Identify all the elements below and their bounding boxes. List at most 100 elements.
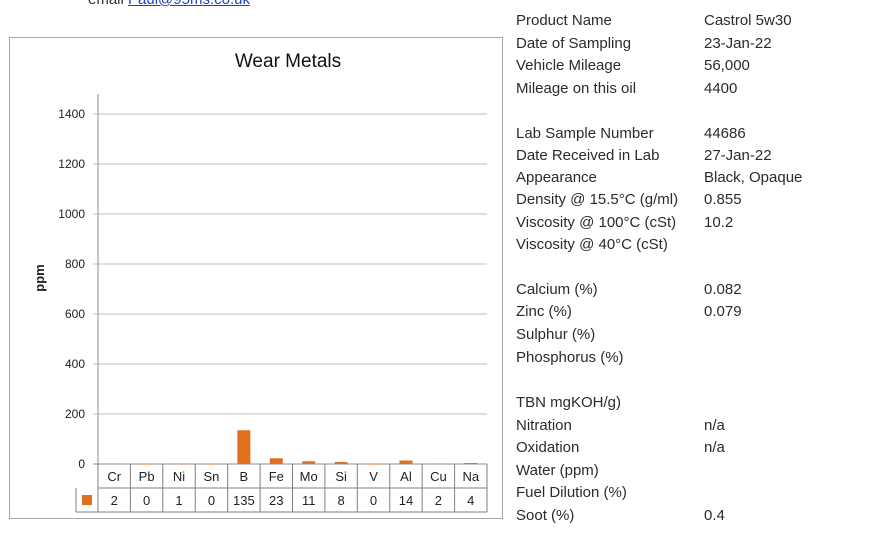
bar-Cu	[431, 463, 445, 464]
report-value: Black, Opaque	[704, 169, 803, 186]
value-label: 135	[233, 493, 255, 508]
y-tick-label: 1400	[58, 107, 85, 121]
report-value: 10.2	[704, 214, 734, 231]
report-row: Water (ppm)	[516, 462, 876, 484]
y-tick-labels: 0 200 400 600 800 1000 1200 1400	[58, 107, 85, 471]
value-label: 2	[435, 493, 442, 508]
value-label: 4	[467, 493, 474, 508]
bar-B	[237, 430, 251, 464]
report-row: Mileage on this oil 4400	[516, 80, 876, 102]
report-value: 23-Jan-22	[704, 35, 772, 52]
value-label: 8	[338, 493, 345, 508]
report-label: Viscosity @ 40°C (cSt)	[516, 236, 668, 253]
value-label: 1	[175, 493, 182, 508]
category-label: Cu	[430, 469, 447, 484]
email-line: email Paul@95ms.co.uk	[88, 0, 250, 8]
category-label: Na	[462, 469, 479, 484]
report-row: Phosphorus (%)	[516, 349, 876, 371]
report-label: TBN mgKOH/g)	[516, 394, 622, 411]
report-label: Appearance	[516, 169, 597, 186]
report-label: Phosphorus (%)	[516, 349, 624, 366]
value-label: 0	[143, 493, 150, 508]
bar-Mo	[302, 461, 316, 464]
report-label: Nitration	[516, 417, 572, 434]
report-row: Zinc (%) 0.079	[516, 303, 876, 325]
report-row: Appearance Black, Opaque	[516, 169, 876, 191]
report-value: 0.4	[704, 507, 725, 524]
report-row: Nitration n/a	[516, 417, 876, 439]
category-label: Pb	[139, 469, 155, 484]
report-row: Product Name Castrol 5w30	[516, 12, 876, 34]
chart-title: Wear Metals	[235, 51, 341, 72]
y-tick-label: 1000	[58, 207, 85, 221]
bar-Sn	[204, 464, 218, 465]
y-tick-label: 800	[65, 257, 85, 271]
report-value: 0.079	[704, 303, 742, 320]
report-value: 27-Jan-22	[704, 147, 772, 164]
report-value: n/a	[704, 439, 725, 456]
report-value: 4400	[704, 80, 738, 97]
report-label: Water (ppm)	[516, 462, 599, 479]
report-value: 44686	[704, 125, 746, 142]
report-row: Fuel Dilution (%)	[516, 484, 876, 506]
bar-Al	[399, 460, 413, 464]
report-row: Viscosity @ 100°C (cSt) 10.2	[516, 214, 876, 236]
report-value: Castrol 5w30	[704, 12, 792, 29]
report-label: Date Received in Lab	[516, 147, 660, 164]
y-axis-label: ppm	[32, 264, 47, 291]
value-label: 2	[111, 493, 118, 508]
gridlines	[93, 94, 487, 465]
report-label: Sulphur (%)	[516, 326, 596, 343]
category-label: Al	[400, 469, 412, 484]
category-label: Ni	[173, 469, 185, 484]
value-label: 0	[370, 493, 377, 508]
report-row: Viscosity @ 40°C (cSt)	[516, 236, 876, 258]
email-link[interactable]: Paul@95ms.co.uk	[128, 0, 250, 8]
report-label: Product Name	[516, 12, 612, 29]
y-tick-label: 0	[78, 457, 85, 471]
value-label: 0	[208, 493, 215, 508]
report-row: Date Received in Lab 27-Jan-22	[516, 147, 876, 169]
category-label: Mo	[300, 469, 318, 484]
report-row: Vehicle Mileage 56,000	[516, 57, 876, 79]
category-label: Cr	[107, 469, 121, 484]
y-tick-label: 400	[65, 357, 85, 371]
report-label: Oxidation	[516, 439, 580, 456]
category-label: Fe	[269, 469, 284, 484]
bar-Fe	[269, 458, 283, 464]
y-tick-label: 1200	[58, 157, 85, 171]
y-tick-label: 600	[65, 307, 85, 321]
report-label: Lab Sample Number	[516, 125, 654, 142]
y-tick-label: 200	[65, 407, 85, 421]
category-label: Si	[335, 469, 347, 484]
bar-Ni	[172, 463, 186, 465]
bar-Si	[334, 462, 348, 464]
bars	[107, 430, 478, 465]
value-label: 11	[302, 493, 316, 508]
value-label: 23	[269, 493, 283, 508]
report-label: Date of Sampling	[516, 35, 632, 52]
category-label: Sn	[204, 469, 220, 484]
bar-Pb	[140, 464, 154, 465]
report-row: Oxidation n/a	[516, 439, 876, 461]
report-label: Calcium (%)	[516, 281, 598, 298]
report-row: Sulphur (%)	[516, 326, 876, 348]
report-label: Zinc (%)	[516, 303, 572, 320]
report-row: Lab Sample Number 44686	[516, 125, 876, 147]
chart-svg: Wear Metals ppm 020040060080010001200140…	[32, 51, 488, 513]
legend-swatch	[82, 495, 92, 505]
email-label: email	[88, 0, 124, 8]
report-row: TBN mgKOH/g)	[516, 394, 876, 416]
report-value: 0.855	[704, 191, 742, 208]
report-label: Vehicle Mileage	[516, 57, 622, 74]
category-label: V	[369, 469, 378, 484]
value-label: 14	[399, 493, 413, 508]
wear-metals-chart: Wear Metals ppm 0 200 400 600 800 1000 1200 140…	[9, 37, 503, 519]
bar-Na	[464, 463, 478, 464]
report-value: 56,000	[704, 57, 750, 74]
bar-Cr	[107, 463, 121, 464]
report-label: Mileage on this oil	[516, 80, 637, 97]
bar-V	[367, 464, 381, 465]
report-label: Soot (%)	[516, 507, 575, 524]
report-row: Soot (%) 0.4	[516, 507, 876, 529]
